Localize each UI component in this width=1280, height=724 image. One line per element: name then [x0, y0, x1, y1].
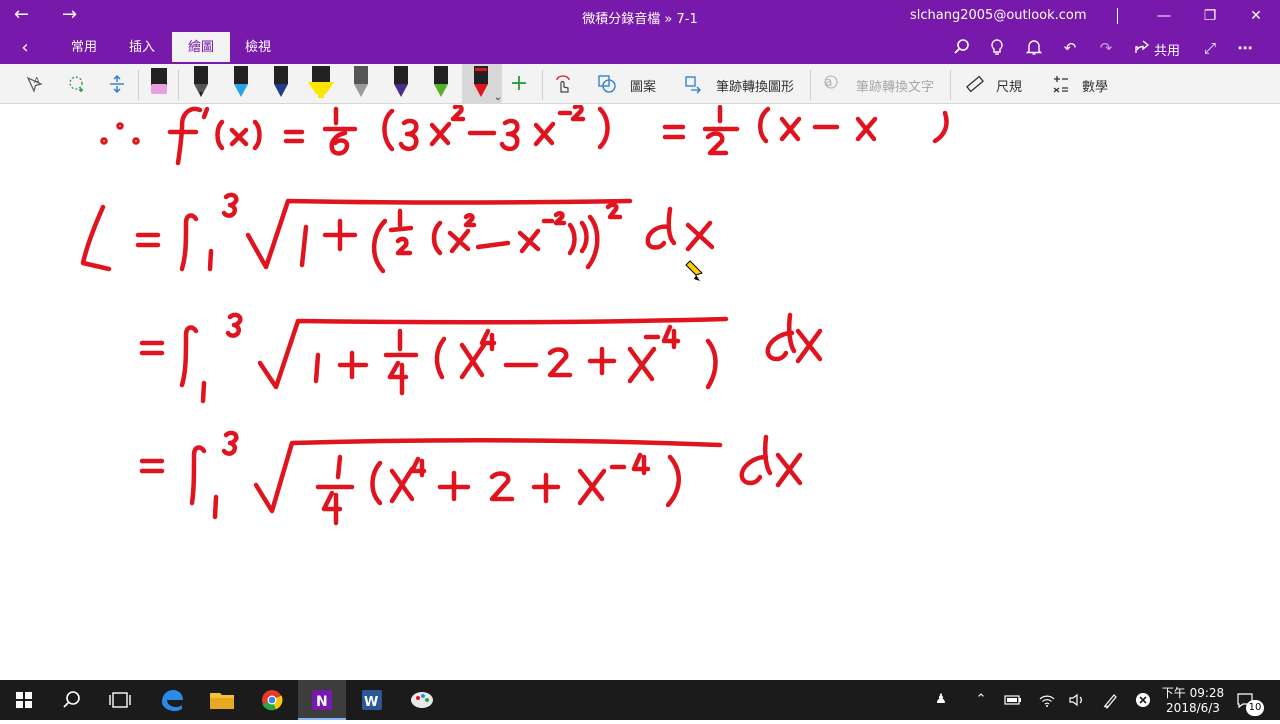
tab-view[interactable]: 檢視 — [232, 32, 284, 64]
svg-text:a: a — [825, 75, 832, 89]
svg-text:W: W — [364, 695, 378, 710]
pen-pencil-gray[interactable] — [346, 64, 376, 104]
pen-black[interactable] — [186, 64, 216, 104]
svg-text:A: A — [34, 76, 40, 85]
toolbar-divider — [950, 70, 951, 100]
close-circle-icon[interactable] — [1134, 691, 1152, 709]
toolbar-divider — [542, 70, 543, 100]
task-view-icon[interactable] — [96, 680, 144, 720]
wifi-icon[interactable] — [1038, 691, 1056, 709]
windows-ink-icon[interactable] — [1102, 691, 1120, 709]
window-title: 微積分錄音檔 » 7-1 — [582, 12, 698, 27]
collapse-chevron-icon[interactable]: ‹ — [14, 38, 36, 58]
title-bar: ← → 微積分錄音檔 » 7-1 slchang2005@outlook.com… — [0, 0, 1280, 32]
lightbulb-icon[interactable] — [986, 38, 1008, 58]
ink-to-shape-label[interactable]: 筆跡轉換圖形 — [716, 76, 794, 95]
bell-icon[interactable] — [1023, 38, 1045, 58]
clock-date[interactable]: 2018/6/3 — [1160, 701, 1226, 715]
ink-replay-icon[interactable] — [552, 74, 574, 94]
pen-dark-blue[interactable] — [266, 64, 296, 104]
tab-home[interactable]: 常用 — [58, 32, 110, 64]
edge-browser-icon[interactable] — [148, 680, 196, 720]
shapes-label[interactable]: 圖案 — [630, 76, 656, 95]
chrome-icon[interactable] — [248, 680, 296, 720]
title-separator — [1117, 8, 1118, 24]
account-email[interactable]: slchang2005@outlook.com — [910, 8, 1087, 23]
toolbar-divider — [810, 70, 811, 100]
notification-count-badge: 10 — [1246, 700, 1264, 716]
volume-icon[interactable] — [1068, 691, 1086, 709]
start-button[interactable] — [0, 680, 48, 720]
file-explorer-icon[interactable] — [198, 680, 246, 720]
more-options-icon[interactable]: ⋯ — [1234, 38, 1256, 58]
minimize-icon[interactable]: — — [1144, 4, 1184, 28]
toolbar-divider — [178, 70, 179, 100]
pen-eraser[interactable] — [144, 64, 174, 104]
restore-icon[interactable]: ❐ — [1190, 4, 1230, 28]
add-pen-icon[interactable]: + — [508, 73, 530, 95]
svg-text:N: N — [316, 694, 328, 710]
people-icon[interactable]: ♟ — [932, 691, 950, 709]
ruler-label[interactable]: 尺規 — [996, 76, 1022, 95]
shapes-icon[interactable] — [596, 74, 618, 94]
math-icon[interactable] — [1050, 74, 1072, 94]
redo-icon[interactable]: ↷ — [1095, 38, 1117, 58]
word-taskbar-icon[interactable]: W — [348, 680, 396, 720]
lasso-select-icon[interactable] — [66, 74, 88, 94]
share-label[interactable]: 共用 — [1154, 40, 1180, 59]
pen-cursor-icon — [685, 260, 703, 281]
math-label[interactable]: 數學 — [1082, 76, 1108, 95]
ink-strokes — [80, 105, 949, 526]
undo-icon[interactable]: ↶ — [1059, 38, 1081, 58]
pen-light-blue[interactable] — [226, 64, 256, 104]
note-canvas[interactable] — [0, 105, 1280, 680]
onenote-taskbar-icon[interactable]: N — [298, 680, 346, 720]
insert-space-icon[interactable] — [106, 74, 128, 94]
clock-time[interactable]: 下午 09:28 — [1160, 684, 1226, 701]
show-hidden-icons-chevron-icon[interactable]: ⌃ — [972, 691, 990, 709]
tab-insert[interactable]: 插入 — [116, 32, 168, 64]
taskbar-search-icon[interactable] — [48, 680, 96, 720]
ink-to-text-label: 筆跡轉換文字 — [856, 80, 935, 95]
pen-purple[interactable] — [386, 64, 416, 104]
toolbar-divider — [138, 70, 139, 100]
ink-to-shape-icon[interactable] — [682, 74, 704, 94]
ink-to-text-icon: a — [822, 74, 844, 94]
windows-taskbar: N W ♟ ⌃ 下午 09:28 2018/6/3 10 — [0, 680, 1280, 720]
paint-taskbar-icon[interactable] — [398, 680, 446, 720]
draw-toolbar: A ⌄ + 圖案 筆跡轉換圖形 a 筆跡轉換文字 尺規 數學 — [0, 64, 1280, 104]
highlighter-yellow[interactable] — [304, 64, 338, 104]
share-icon[interactable] — [1131, 38, 1153, 58]
ribbon-tab-row: ‹ 常用 插入 繪圖 檢視 ↶ ↷ 共用 ⤢ ⋯ — [0, 32, 1280, 64]
fullscreen-icon[interactable]: ⤢ — [1199, 38, 1221, 58]
search-icon[interactable] — [951, 38, 973, 58]
pen-green[interactable] — [426, 64, 456, 104]
ruler-icon[interactable] — [964, 74, 986, 94]
battery-icon[interactable] — [1004, 691, 1022, 709]
tab-draw[interactable]: 繪圖 — [172, 32, 230, 64]
close-icon[interactable]: ✕ — [1236, 4, 1276, 28]
type-select-icon[interactable]: A — [24, 74, 46, 94]
